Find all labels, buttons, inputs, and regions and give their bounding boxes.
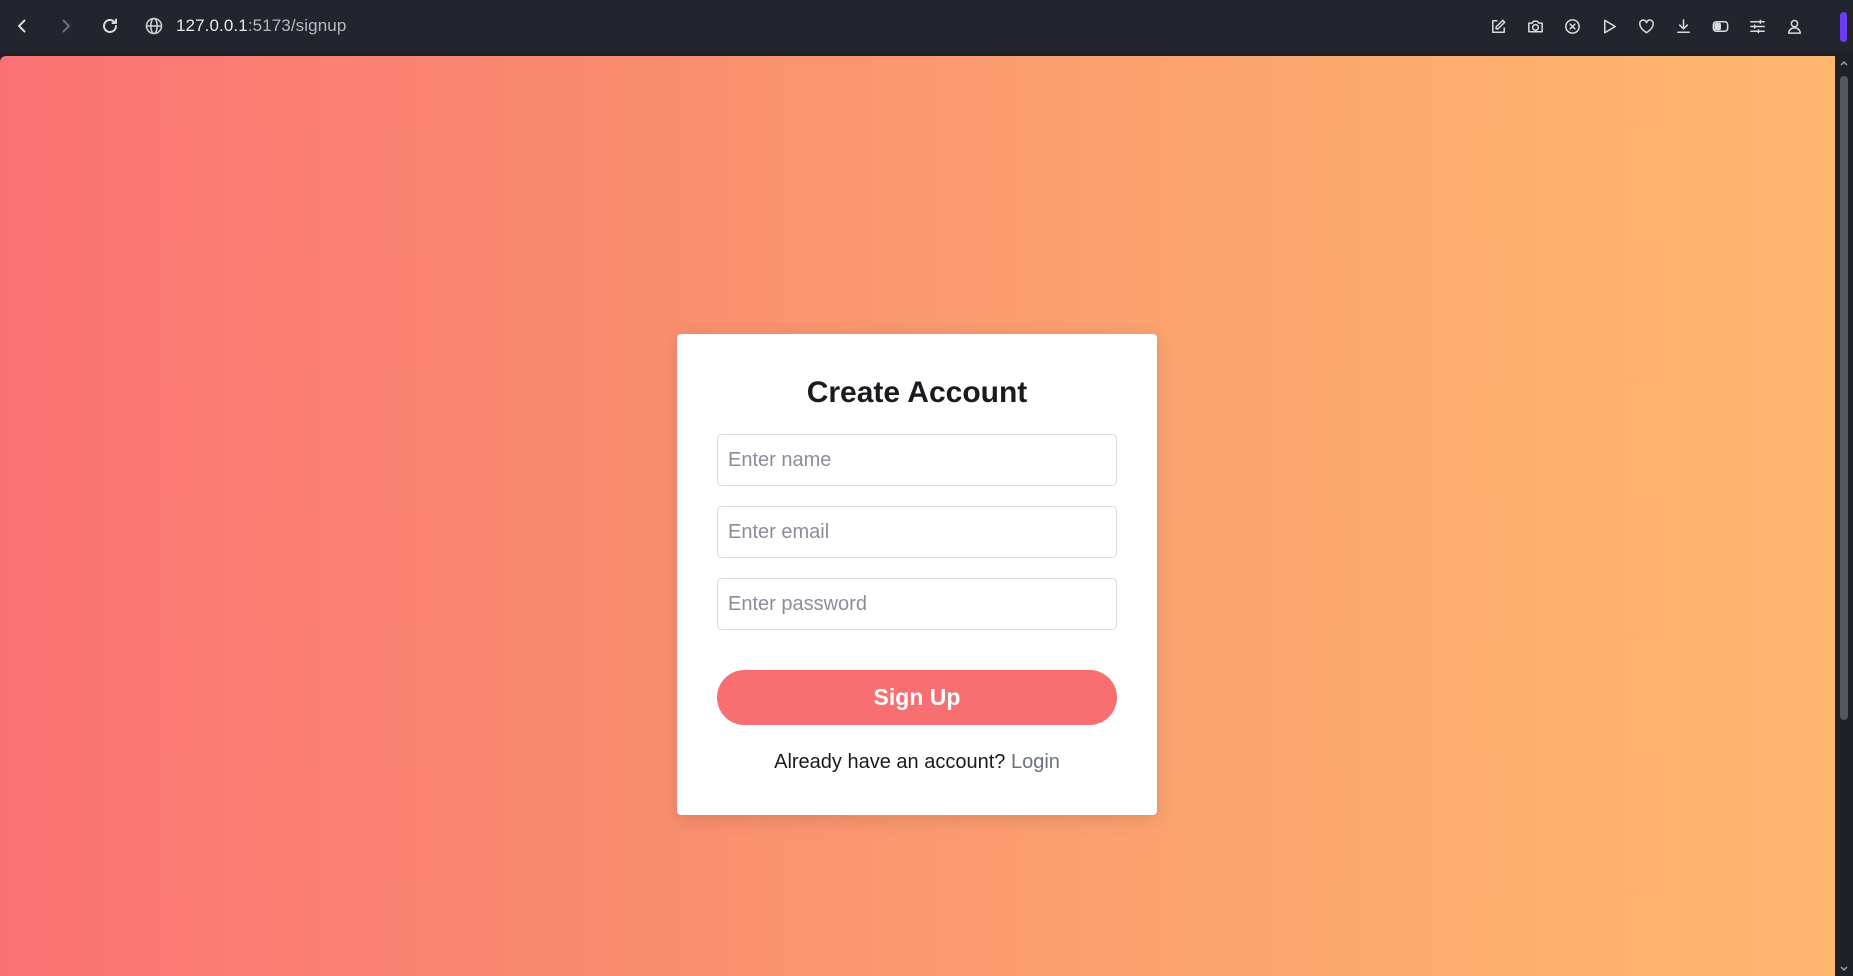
- reload-icon: [103, 18, 117, 33]
- login-link[interactable]: Login: [1011, 751, 1060, 773]
- chevron-left-icon: [18, 19, 26, 33]
- downloads-button[interactable]: [1665, 0, 1702, 52]
- sidebar-toggle-button[interactable]: [1702, 0, 1739, 52]
- player-button[interactable]: [1591, 0, 1628, 52]
- accent-strip: [1840, 12, 1847, 42]
- url-host: 127.0.0.1: [176, 16, 248, 35]
- camera-icon: [1528, 20, 1543, 32]
- user-icon: [1788, 19, 1801, 34]
- url-text: 127.0.0.1:5173/signup: [176, 16, 346, 36]
- edit-icon: [1492, 19, 1506, 33]
- heart-icon: [1639, 18, 1654, 33]
- settings-button[interactable]: [1739, 0, 1776, 52]
- profile-button[interactable]: [1776, 0, 1813, 52]
- password-input[interactable]: [717, 578, 1117, 630]
- edit-button[interactable]: [1480, 0, 1517, 52]
- chevron-right-icon: [62, 19, 70, 33]
- login-prompt-text: Already have an account?: [774, 751, 1006, 773]
- back-button[interactable]: [0, 0, 44, 52]
- address-bar[interactable]: 127.0.0.1:5173/signup: [144, 0, 346, 52]
- reload-button[interactable]: [88, 0, 132, 52]
- scroll-thumb[interactable]: [1840, 76, 1848, 720]
- toolbar-actions: [1480, 0, 1813, 52]
- login-prompt: Already have an account? Login: [677, 751, 1157, 774]
- browser-toolbar: 127.0.0.1:5173/signup: [0, 0, 1853, 52]
- page-viewport: Create Account Sign Up Already have an a…: [0, 56, 1835, 976]
- scroll-down-icon[interactable]: [1839, 964, 1849, 974]
- globe-icon: [145, 17, 163, 35]
- screenshot-button[interactable]: [1517, 0, 1554, 52]
- signup-card: Create Account Sign Up Already have an a…: [677, 334, 1157, 815]
- blocker-button[interactable]: [1554, 0, 1591, 52]
- email-input[interactable]: [717, 506, 1117, 558]
- toggle-icon: [1712, 20, 1729, 32]
- name-input[interactable]: [717, 434, 1117, 486]
- sliders-icon: [1750, 19, 1765, 33]
- forward-button[interactable]: [44, 0, 88, 52]
- shield-x-icon: [1565, 18, 1580, 34]
- url-path: :5173/signup: [247, 16, 347, 35]
- page-title: Create Account: [806, 376, 1028, 409]
- scroll-up-icon[interactable]: [1839, 58, 1849, 68]
- favorites-button[interactable]: [1628, 0, 1665, 52]
- download-icon: [1677, 18, 1690, 33]
- play-icon: [1603, 19, 1616, 33]
- signup-button[interactable]: Sign Up: [717, 670, 1117, 725]
